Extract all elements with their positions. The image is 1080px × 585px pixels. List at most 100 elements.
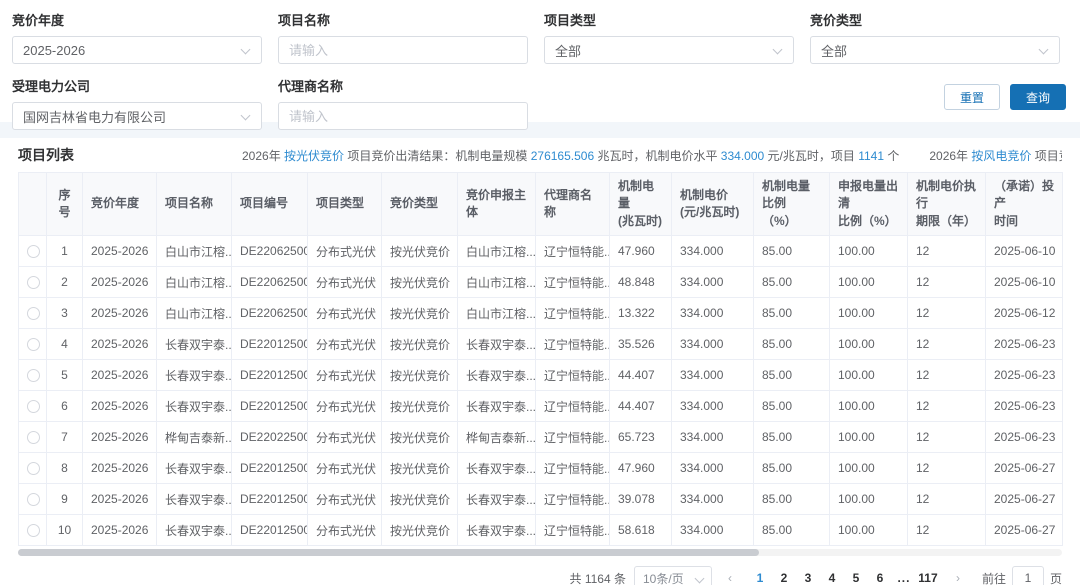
page-number-2[interactable]: 2 <box>772 571 796 585</box>
page-size-select[interactable]: 10条/页 <box>634 566 712 585</box>
table-cell: 85.00 <box>754 515 830 546</box>
table-row[interactable]: 12025-2026白山市江榕...DE22062500...分布式光伏按光伏竞… <box>19 236 1063 267</box>
radio-cell[interactable] <box>19 484 47 515</box>
radio-cell[interactable] <box>19 422 47 453</box>
table-cell: 100.00 <box>830 515 908 546</box>
table-cell: 12 <box>908 422 986 453</box>
table-row[interactable]: 72025-2026桦甸吉泰新...DE22022500...分布式光伏按光伏竞… <box>19 422 1063 453</box>
page-number-1[interactable]: 1 <box>748 571 772 585</box>
table-cell: 分布式光伏 <box>308 515 382 546</box>
row-select-radio[interactable] <box>27 276 40 289</box>
table-cell: 47.960 <box>610 453 672 484</box>
page-number-6[interactable]: 6 <box>868 571 892 585</box>
table-cell: 辽宁恒特能... <box>536 484 610 515</box>
table-cell: 2025-2026 <box>83 360 157 391</box>
field-power-company: 受理电力公司 国网吉林省电力有限公司 <box>12 74 262 130</box>
radio-cell[interactable] <box>19 236 47 267</box>
filter-panel: 竞价年度 2025-2026 项目名称 项目类型 全部 竞价类型 全部 <box>0 0 1080 122</box>
radio-cell[interactable] <box>19 391 47 422</box>
radio-cell[interactable] <box>19 267 47 298</box>
radio-cell[interactable] <box>19 298 47 329</box>
summary-text: 项目竞价出清结果：机制电量规模 <box>344 149 531 163</box>
radio-cell[interactable] <box>19 360 47 391</box>
radio-cell[interactable] <box>19 453 47 484</box>
table-row[interactable]: 82025-2026长春双宇泰...DE22012500...分布式光伏按光伏竞… <box>19 453 1063 484</box>
search-button[interactable]: 查询 <box>1010 84 1066 110</box>
row-select-radio[interactable] <box>27 307 40 320</box>
table-cell: 100.00 <box>830 453 908 484</box>
agent-name-input[interactable] <box>289 109 503 124</box>
page-number-5[interactable]: 5 <box>844 571 868 585</box>
table-row[interactable]: 22025-2026白山市江榕...DE22062500...分布式光伏按光伏竞… <box>19 267 1063 298</box>
table-cell: 85.00 <box>754 453 830 484</box>
table-cell: 长春双宇泰... <box>157 484 232 515</box>
radio-cell[interactable] <box>19 329 47 360</box>
page-number-117[interactable]: 117 <box>916 571 940 585</box>
table-cell: 2025-06-10 <box>986 267 1063 298</box>
table-row[interactable]: 102025-2026长春双宇泰...DE22012500...分布式光伏按光伏… <box>19 515 1063 546</box>
table-cell: 48.848 <box>610 267 672 298</box>
summary-highlight[interactable]: 276165.506 <box>531 149 594 163</box>
column-header: 竞价年度 <box>83 173 157 236</box>
table-row[interactable]: 62025-2026长春双宇泰...DE22012500...分布式光伏按光伏竞… <box>19 391 1063 422</box>
table-cell: DE22062500... <box>232 267 308 298</box>
table-cell: 按光伏竞价 <box>382 236 458 267</box>
goto-page-input[interactable] <box>1012 566 1044 585</box>
prev-page-button[interactable]: ‹ <box>720 571 740 585</box>
radio-cell[interactable] <box>19 515 47 546</box>
row-select-radio[interactable] <box>27 400 40 413</box>
summary-highlight[interactable]: 334.000 <box>721 149 764 163</box>
column-header: 序号 <box>47 173 83 236</box>
row-select-radio[interactable] <box>27 462 40 475</box>
summary-highlight[interactable]: 1141 <box>858 149 884 163</box>
table-cell: 按光伏竞价 <box>382 484 458 515</box>
scrollbar-thumb[interactable] <box>18 549 759 556</box>
summary-highlight[interactable]: 按光伏竞价 <box>284 149 344 163</box>
column-header: 申报电量出清 比例（%） <box>830 173 908 236</box>
table-cell: 辽宁恒特能... <box>536 298 610 329</box>
table-cell: 100.00 <box>830 360 908 391</box>
power-company-select[interactable]: 国网吉林省电力有限公司 <box>12 102 262 130</box>
table-cell: 2025-06-27 <box>986 515 1063 546</box>
row-select-radio[interactable] <box>27 245 40 258</box>
table-cell: 分布式光伏 <box>308 453 382 484</box>
bidding-year-select[interactable]: 2025-2026 <box>12 36 262 64</box>
table-cell: 长春双宇泰... <box>157 453 232 484</box>
next-page-button[interactable]: › <box>948 571 968 585</box>
project-name-input[interactable] <box>289 43 503 58</box>
table-cell: 辽宁恒特能... <box>536 267 610 298</box>
summary-highlight[interactable]: 按风电竞价 <box>971 149 1031 163</box>
page-ellipsis[interactable]: ... <box>892 571 916 585</box>
horizontal-scrollbar[interactable] <box>18 549 1062 556</box>
table-cell: 桦甸吉泰新... <box>157 422 232 453</box>
project-type-select[interactable]: 全部 <box>544 36 794 64</box>
project-name-label: 项目名称 <box>278 10 528 29</box>
page-number-4[interactable]: 4 <box>820 571 844 585</box>
project-name-input-wrap <box>278 36 528 64</box>
table-cell: 12 <box>908 484 986 515</box>
field-agent-name: 代理商名称 <box>278 74 528 130</box>
table-row[interactable]: 32025-2026白山市江榕...DE22062500...分布式光伏按光伏竞… <box>19 298 1063 329</box>
bidding-type-select[interactable]: 全部 <box>810 36 1060 64</box>
chevron-down-icon <box>1039 45 1049 55</box>
table-cell: 6 <box>47 391 83 422</box>
page-number-3[interactable]: 3 <box>796 571 820 585</box>
table-cell: 2025-06-27 <box>986 453 1063 484</box>
table-cell: 334.000 <box>672 360 754 391</box>
table-row[interactable]: 42025-2026长春双宇泰...DE22012500...分布式光伏按光伏竞… <box>19 329 1063 360</box>
total-count: 共 1164 条 <box>569 570 625 585</box>
table-cell: 58.618 <box>610 515 672 546</box>
table-cell: DE22062500... <box>232 298 308 329</box>
table-row[interactable]: 92025-2026长春双宇泰...DE22012500...分布式光伏按光伏竞… <box>19 484 1063 515</box>
row-select-radio[interactable] <box>27 431 40 444</box>
table-cell: 长春双宇泰... <box>157 391 232 422</box>
row-select-radio[interactable] <box>27 524 40 537</box>
row-select-radio[interactable] <box>27 493 40 506</box>
row-select-radio[interactable] <box>27 369 40 382</box>
row-select-radio[interactable] <box>27 338 40 351</box>
table-row[interactable]: 52025-2026长春双宇泰...DE22012500...分布式光伏按光伏竞… <box>19 360 1063 391</box>
table-cell: 12 <box>908 236 986 267</box>
reset-button[interactable]: 重置 <box>944 84 1000 110</box>
table-cell: 2025-2026 <box>83 236 157 267</box>
table-cell: 长春双宇泰... <box>458 453 536 484</box>
